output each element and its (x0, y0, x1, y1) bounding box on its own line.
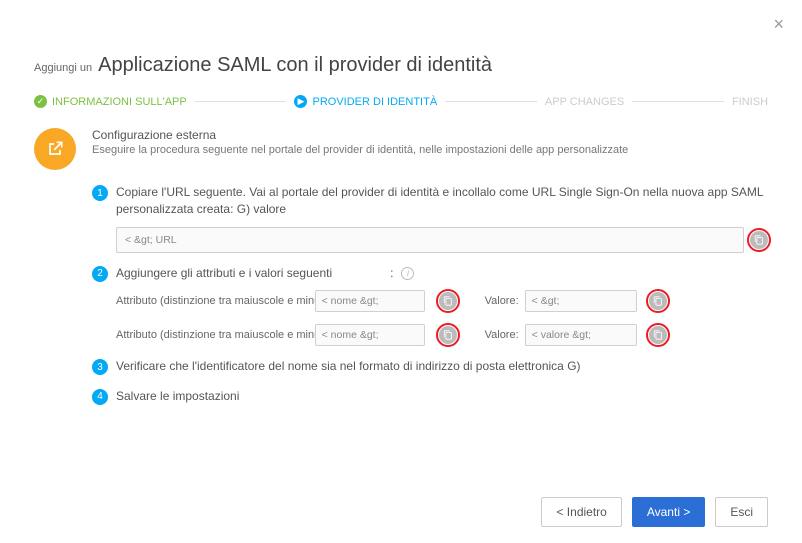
attribute-value-input-2[interactable] (525, 324, 637, 346)
step-app-changes: APP CHANGES (545, 96, 624, 108)
header: Aggiungi un Applicazione SAML con il pro… (0, 0, 802, 87)
external-config-text: Configurazione esterna Eseguire la proce… (92, 128, 628, 170)
external-link-icon (34, 128, 76, 170)
value-label: Valore: (485, 329, 519, 341)
steps-area: 1 Copiare l'URL seguente. Vai al portale… (92, 184, 768, 405)
config-step-1: 1 Copiare l'URL seguente. Vai al portale… (92, 184, 768, 253)
step-separator (195, 101, 287, 102)
config-step-3: 3 Verificare che l'identificatore del no… (92, 358, 768, 375)
step-separator (445, 101, 537, 102)
step-number-icon: 3 (92, 359, 108, 375)
step-label: FINISH (732, 96, 768, 108)
step-number-icon: 4 (92, 389, 108, 405)
external-config-title: Configurazione esterna (92, 128, 628, 142)
step-4-text: Salvare le impostazioni (116, 388, 239, 405)
attribute-row-2: Attributo (distinzione tra maiuscole e m… (116, 324, 768, 346)
copy-icon (653, 296, 663, 306)
step-separator (632, 101, 724, 102)
close-icon[interactable]: × (773, 14, 784, 35)
back-button[interactable]: < Indietro (541, 497, 621, 527)
stepper: ✓ INFORMAZIONI SULL'APP ▶ PROVIDER DI ID… (0, 87, 802, 112)
step-1-text: Copiare l'URL seguente. Vai al portale d… (116, 184, 768, 219)
check-icon: ✓ (34, 95, 47, 108)
content: Configurazione esterna Eseguire la proce… (0, 112, 802, 427)
copy-url-button[interactable] (750, 231, 768, 249)
attribute-name-input-2[interactable] (315, 324, 425, 346)
step-identity-provider: ▶ PROVIDER DI IDENTITÀ (294, 95, 437, 108)
attribute-value-input-1[interactable] (525, 290, 637, 312)
copy-attribute-button[interactable] (439, 326, 457, 344)
step-app-info: ✓ INFORMAZIONI SULL'APP (34, 95, 187, 108)
step-3-text: Verificare che l'identificatore del nome… (116, 358, 581, 375)
sso-url-field[interactable]: < &gt; URL (116, 227, 744, 253)
step-2-text-label: Aggiungere gli attributi e i valori segu… (116, 265, 332, 282)
copy-value-button[interactable] (649, 326, 667, 344)
copy-attribute-button[interactable] (439, 292, 457, 310)
attribute-row-1: Attributo (distinzione tra maiuscole e m… (116, 290, 768, 312)
copy-icon (443, 330, 453, 340)
header-prefix: Aggiungi un (34, 62, 92, 74)
footer: < Indietro Avanti > Esci (541, 497, 768, 527)
config-step-4: 4 Salvare le impostazioni (92, 388, 768, 405)
page-title: Applicazione SAML con il provider di ide… (98, 54, 492, 77)
attribute-name-input-1[interactable] (315, 290, 425, 312)
step-label: PROVIDER DI IDENTITÀ (312, 96, 437, 108)
step-finish: FINISH (732, 96, 768, 108)
external-config-row: Configurazione esterna Eseguire la proce… (34, 128, 768, 170)
step-label: INFORMAZIONI SULL'APP (52, 96, 187, 108)
info-icon[interactable]: i (401, 267, 414, 280)
value-label: Valore: (485, 295, 519, 307)
step-2-text: Aggiungere gli attributi e i valori segu… (116, 265, 414, 282)
colon-label: : (390, 265, 393, 282)
copy-icon (653, 330, 663, 340)
copy-icon (754, 235, 764, 245)
copy-value-button[interactable] (649, 292, 667, 310)
external-config-desc: Eseguire la procedura seguente nel porta… (92, 144, 628, 156)
step-number-icon: 1 (92, 185, 108, 201)
next-button[interactable]: Avanti > (632, 497, 705, 527)
copy-icon (443, 296, 453, 306)
step-label: APP CHANGES (545, 96, 624, 108)
play-icon: ▶ (294, 95, 307, 108)
step-number-icon: 2 (92, 266, 108, 282)
exit-button[interactable]: Esci (715, 497, 768, 527)
dialog: × Aggiungi un Applicazione SAML con il p… (0, 0, 802, 543)
config-step-2: 2 Aggiungere gli attributi e i valori se… (92, 265, 768, 346)
